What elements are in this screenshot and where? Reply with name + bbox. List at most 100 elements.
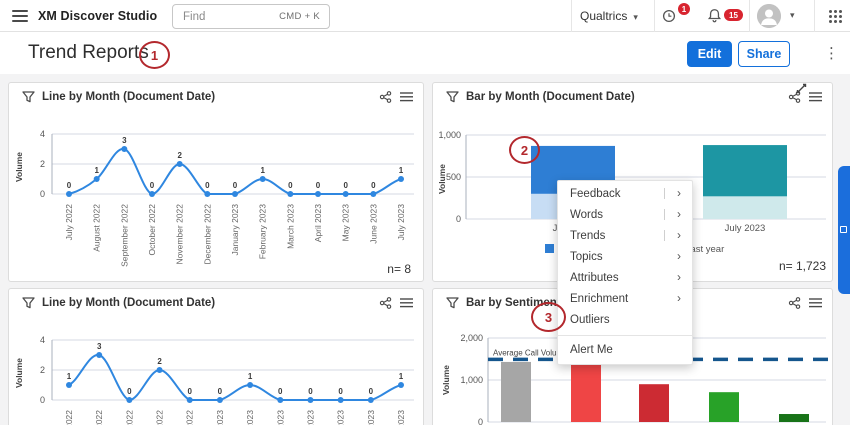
bar-segment[interactable] [703, 145, 787, 196]
menu-item-attributes[interactable]: Attributes› [558, 267, 692, 288]
data-point[interactable] [149, 191, 155, 197]
bar[interactable] [639, 384, 669, 422]
svg-text:1: 1 [248, 372, 253, 381]
page-title: Trend Reports [28, 42, 149, 64]
svg-text:0: 0 [150, 181, 155, 190]
hamburger-menu-icon[interactable] [12, 10, 28, 22]
menu-item-outliers[interactable]: Outliers [558, 309, 692, 330]
avatar-chevron-down-icon[interactable]: ▾ [790, 10, 795, 21]
data-point[interactable] [204, 191, 210, 197]
svg-text:3: 3 [97, 342, 102, 351]
bar[interactable] [709, 392, 739, 422]
chevron-right-icon: › [677, 207, 681, 221]
data-point[interactable] [177, 161, 183, 167]
bar[interactable] [779, 414, 809, 422]
data-point[interactable] [343, 191, 349, 197]
data-point[interactable] [247, 382, 253, 388]
bar[interactable] [571, 363, 601, 422]
data-point[interactable] [398, 176, 404, 182]
divider [654, 0, 655, 32]
svg-text:0: 0 [371, 181, 376, 190]
svg-text:1: 1 [94, 166, 99, 175]
svg-text:July 2023: July 2023 [396, 410, 406, 425]
data-point[interactable] [368, 397, 374, 403]
svg-text:3: 3 [122, 136, 127, 145]
data-point[interactable] [338, 397, 344, 403]
svg-text:April 2023: April 2023 [305, 410, 315, 425]
org-dropdown[interactable]: Qualtrics▾ [580, 9, 638, 23]
search-shortcut: CMD + K [279, 11, 320, 22]
avatar[interactable] [757, 4, 781, 28]
svg-text:0: 0 [478, 417, 483, 425]
app-grid-icon[interactable] [828, 9, 843, 29]
x-axis-label: July 2023 [725, 223, 766, 234]
edit-button[interactable]: Edit [687, 41, 732, 67]
data-point[interactable] [217, 397, 223, 403]
svg-text:1: 1 [399, 166, 404, 175]
data-point[interactable] [260, 176, 266, 182]
data-point[interactable] [315, 191, 321, 197]
data-point[interactable] [307, 397, 313, 403]
chevron-right-icon: › [677, 291, 681, 305]
bar-segment[interactable] [703, 196, 787, 219]
share-button[interactable]: Share [738, 41, 790, 67]
data-point[interactable] [287, 191, 293, 197]
notifications-badge: 15 [724, 9, 743, 21]
legend-swatch [545, 244, 554, 253]
line-chart: 024Volume0July 20221August 20223Septembe… [9, 83, 425, 283]
data-point[interactable] [157, 367, 163, 373]
data-point[interactable] [66, 191, 72, 197]
search-input[interactable]: Find CMD + K [172, 4, 330, 29]
svg-text:0: 0 [40, 189, 45, 199]
svg-text:Volume: Volume [14, 358, 24, 388]
widget-line-by-month-2: Line by Month (Document Date)024Volume1A… [8, 288, 424, 425]
svg-text:January 2023: January 2023 [215, 410, 225, 425]
bell-icon[interactable] [707, 8, 722, 29]
svg-text:0: 0 [40, 395, 45, 405]
svg-text:2: 2 [157, 357, 162, 366]
svg-text:0: 0 [205, 181, 210, 190]
menu-item-topics[interactable]: Topics› [558, 246, 692, 267]
svg-text:0: 0 [288, 181, 293, 190]
menu-item-feedback[interactable]: Feedback› [558, 183, 692, 204]
menu-item-alert-me[interactable]: Alert Me [558, 336, 692, 364]
data-point[interactable] [94, 176, 100, 182]
expand-icon[interactable] [795, 82, 808, 100]
data-point[interactable] [277, 397, 283, 403]
divider [664, 188, 665, 199]
page-header: Trend Reports Edit Share ⋮ [0, 32, 850, 74]
svg-text:September 2022: September 2022 [119, 204, 129, 267]
svg-text:2: 2 [177, 151, 182, 160]
bar[interactable] [501, 362, 531, 422]
data-point[interactable] [96, 352, 102, 358]
data-point[interactable] [370, 191, 376, 197]
svg-text:August 2022: August 2022 [64, 410, 74, 425]
divider [664, 230, 665, 241]
divider [749, 0, 750, 32]
activity-badge: 1 [678, 3, 690, 15]
svg-text:0: 0 [456, 214, 461, 224]
menu-item-label: Attributes [570, 272, 619, 284]
svg-text:February 2023: February 2023 [258, 204, 268, 260]
n-count-label: n= 1,723 [779, 259, 826, 273]
menu-item-enrichment[interactable]: Enrichment› [558, 288, 692, 309]
line-chart: 024Volume1August 20223September 20220Oct… [9, 289, 425, 425]
kebab-menu-icon[interactable]: ⋮ [824, 44, 839, 64]
data-point[interactable] [398, 382, 404, 388]
svg-text:1: 1 [260, 166, 265, 175]
data-point[interactable] [121, 146, 127, 152]
activity-clock-icon[interactable] [662, 9, 676, 28]
data-point[interactable] [187, 397, 193, 403]
svg-text:March 2023: March 2023 [285, 204, 295, 249]
menu-item-trends[interactable]: Trends› [558, 225, 692, 246]
menu-item-label: Alert Me [570, 344, 613, 356]
data-point[interactable] [232, 191, 238, 197]
svg-text:February 2023: February 2023 [245, 410, 255, 425]
svg-text:500: 500 [446, 172, 461, 182]
annotation-circle-2: 2 [509, 136, 540, 164]
feedback-side-tab[interactable] [838, 166, 850, 294]
data-point[interactable] [126, 397, 132, 403]
svg-text:4: 4 [40, 129, 45, 139]
menu-item-words[interactable]: Words› [558, 204, 692, 225]
data-point[interactable] [66, 382, 72, 388]
